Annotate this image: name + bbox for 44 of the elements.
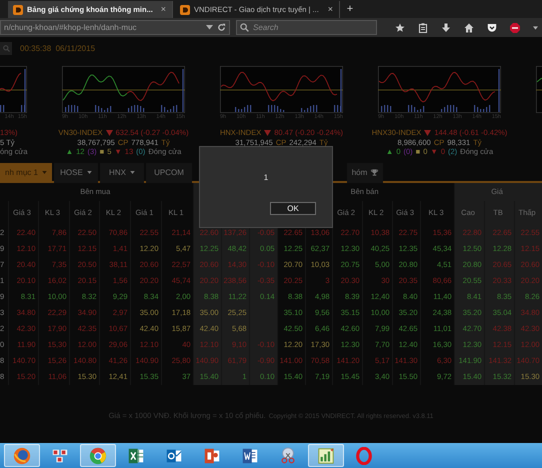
dialog-message: 1 bbox=[262, 173, 270, 183]
grid-icon bbox=[51, 446, 69, 464]
new-tab-button[interactable]: + bbox=[342, 2, 358, 18]
market-tab[interactable]: UPCOM bbox=[146, 162, 192, 182]
caret-icon[interactable] bbox=[206, 25, 213, 30]
trophy-icon bbox=[371, 169, 378, 176]
ok-button[interactable]: OK bbox=[270, 202, 316, 215]
chart-icon bbox=[317, 446, 335, 464]
star-icon[interactable] bbox=[395, 22, 405, 32]
search-field[interactable]: Search bbox=[253, 22, 373, 32]
caret-icon bbox=[86, 171, 92, 174]
address-bar[interactable]: n/chung-khoan/#khop-lenh/danh-muc bbox=[0, 20, 230, 35]
pocket-icon[interactable] bbox=[487, 22, 497, 32]
caret-icon bbox=[42, 171, 47, 174]
market-tab[interactable]: HNX bbox=[100, 162, 144, 182]
clipboard-icon[interactable] bbox=[418, 22, 428, 32]
close-tab-button[interactable]: × bbox=[326, 4, 334, 15]
search-bar[interactable]: Search bbox=[236, 20, 377, 35]
download-icon[interactable] bbox=[441, 22, 451, 32]
caret-icon bbox=[130, 171, 135, 174]
favicon-icon bbox=[180, 4, 190, 14]
taskbar-button[interactable] bbox=[80, 444, 116, 467]
close-tab-button[interactable]: × bbox=[160, 4, 167, 15]
market-tab[interactable]: nh mục 1 bbox=[0, 162, 52, 182]
stop-sign-icon[interactable] bbox=[510, 22, 520, 32]
mail-icon bbox=[165, 446, 183, 464]
market-tab[interactable]: HOSE bbox=[54, 162, 98, 182]
document-icon bbox=[241, 446, 259, 464]
search-icon bbox=[240, 23, 249, 32]
spreadsheet-icon bbox=[127, 446, 145, 464]
wheel-icon bbox=[89, 446, 107, 464]
search-icon bbox=[2, 45, 10, 52]
taskbar-button[interactable] bbox=[4, 444, 40, 467]
globe-icon bbox=[13, 446, 31, 464]
clock-text: 00:35:38 06/11/2015 bbox=[20, 44, 96, 54]
ring-icon bbox=[355, 446, 373, 464]
reload-icon[interactable] bbox=[217, 23, 226, 32]
presentation-icon bbox=[203, 446, 221, 464]
favicon-icon bbox=[13, 4, 23, 14]
home-icon[interactable] bbox=[464, 22, 474, 32]
taskbar-button[interactable] bbox=[308, 444, 344, 467]
scissors-icon bbox=[279, 446, 297, 464]
market-tab[interactable]: hóm bbox=[347, 162, 383, 182]
caret-icon[interactable] bbox=[533, 26, 538, 30]
